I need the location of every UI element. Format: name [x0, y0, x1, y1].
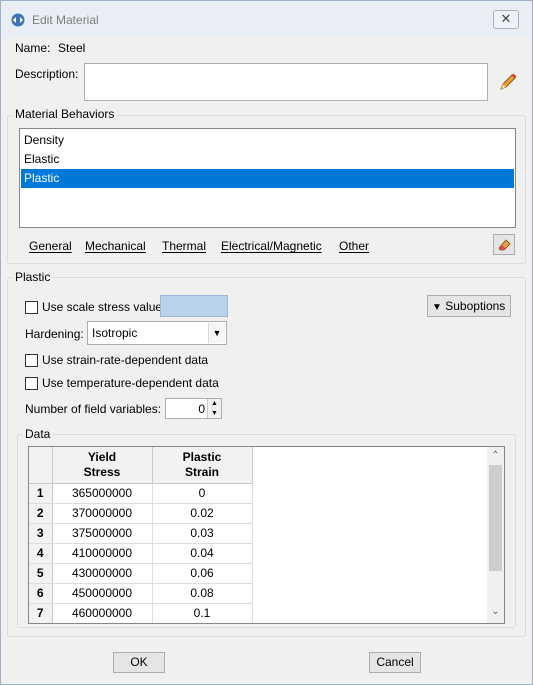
data-title: Data [23, 427, 53, 441]
data-table[interactable]: Yield Stress Plastic Strain 1 365000000 … [28, 446, 505, 624]
menu-other[interactable]: Other [339, 239, 369, 253]
row-number: 6 [29, 583, 53, 604]
column-header-yield-stress[interactable]: Yield Stress [52, 447, 153, 484]
name-value: Steel [58, 41, 86, 55]
data-grid: Yield Stress Plastic Strain 1 365000000 … [29, 447, 253, 623]
plastic-title: Plastic [13, 270, 53, 284]
table-row: 6 450000000 0.08 [29, 583, 253, 604]
field-vars-spinner[interactable]: 0 ▲ ▼ [165, 398, 222, 419]
temperature-label: Use temperature-dependent data [42, 376, 219, 390]
strain-cell[interactable]: 0.1 [152, 603, 253, 623]
hardening-label: Hardening: [25, 327, 84, 341]
stress-cell[interactable]: 430000000 [52, 563, 153, 584]
close-button[interactable]: ✕ [493, 10, 519, 29]
description-field[interactable] [84, 63, 488, 101]
menu-thermal[interactable]: Thermal [162, 239, 206, 253]
stress-cell[interactable]: 365000000 [52, 483, 153, 504]
table-row: 3 375000000 0.03 [29, 523, 253, 544]
strain-cell[interactable]: 0 [152, 483, 253, 504]
close-icon: ✕ [500, 11, 512, 26]
table-row: 2 370000000 0.02 [29, 503, 253, 524]
hardening-select[interactable]: Isotropic ▼ [87, 321, 227, 345]
strain-rate-checkbox[interactable] [25, 354, 38, 367]
field-vars-value: 0 [198, 402, 205, 416]
scale-stress-checkbox[interactable] [25, 301, 38, 314]
scale-stress-label: Use scale stress value: [42, 300, 166, 314]
corner-header [29, 447, 53, 484]
stress-cell[interactable]: 460000000 [52, 603, 153, 623]
table-row: 4 410000000 0.04 [29, 543, 253, 564]
row-number: 7 [29, 603, 53, 623]
table-row: 7 460000000 0.1 [29, 603, 253, 623]
pencil-icon[interactable] [497, 71, 519, 93]
column-header-plastic-strain[interactable]: Plastic Strain [152, 447, 253, 484]
row-number: 1 [29, 483, 53, 504]
abaqus-icon [11, 13, 25, 27]
strain-cell[interactable]: 0.02 [152, 503, 253, 524]
list-item-elastic[interactable]: Elastic [21, 150, 514, 169]
table-row: 5 430000000 0.06 [29, 563, 253, 584]
material-behaviors-title: Material Behaviors [13, 107, 117, 121]
eraser-icon [498, 239, 511, 251]
scale-stress-field[interactable] [160, 295, 228, 317]
window-title: Edit Material [32, 13, 99, 27]
table-scrollbar[interactable]: ⌃ ⌄ [487, 447, 504, 623]
behaviors-list[interactable]: Density Elastic Plastic [19, 128, 516, 228]
chevron-down-icon: ▼ [208, 323, 225, 343]
row-number: 5 [29, 563, 53, 584]
spin-up-icon[interactable]: ▲ [207, 399, 221, 409]
strain-cell[interactable]: 0.08 [152, 583, 253, 604]
list-item-plastic[interactable]: Plastic [21, 169, 514, 188]
strain-cell[interactable]: 0.06 [152, 563, 253, 584]
dialog-body: Name: Steel Description: Material Behavi… [7, 37, 526, 679]
table-row: 1 365000000 0 [29, 483, 253, 504]
menu-electrical-magnetic[interactable]: Electrical/Magnetic [221, 239, 322, 253]
stress-cell[interactable]: 370000000 [52, 503, 153, 524]
temperature-checkbox[interactable] [25, 377, 38, 390]
scroll-up-icon[interactable]: ⌃ [487, 449, 504, 463]
suboptions-button[interactable]: ▼ Suboptions [427, 295, 511, 317]
strain-rate-label: Use strain-rate-dependent data [42, 353, 209, 367]
menu-mechanical[interactable]: Mechanical [85, 239, 146, 253]
suboptions-label: Suboptions [445, 299, 506, 313]
dropdown-arrow-icon: ▼ [432, 302, 442, 313]
hardening-value: Isotropic [92, 326, 138, 340]
scroll-thumb[interactable] [489, 465, 502, 571]
strain-cell[interactable]: 0.03 [152, 523, 253, 544]
strain-cell[interactable]: 0.04 [152, 543, 253, 564]
ok-button[interactable]: OK [113, 652, 165, 673]
title-bar: Edit Material ✕ [1, 1, 532, 39]
scroll-down-icon[interactable]: ⌄ [487, 605, 504, 619]
description-label: Description: [15, 67, 79, 81]
stress-cell[interactable]: 450000000 [52, 583, 153, 604]
spin-down-icon[interactable]: ▼ [207, 409, 221, 418]
edit-material-dialog: Edit Material ✕ Name: Steel Description:… [0, 0, 533, 685]
row-number: 2 [29, 503, 53, 524]
row-number: 4 [29, 543, 53, 564]
row-number: 3 [29, 523, 53, 544]
stress-cell[interactable]: 375000000 [52, 523, 153, 544]
cancel-button[interactable]: Cancel [369, 652, 421, 673]
field-vars-label: Number of field variables: [25, 402, 162, 416]
menu-general[interactable]: General [29, 239, 72, 253]
stress-cell[interactable]: 410000000 [52, 543, 153, 564]
list-item-density[interactable]: Density [21, 131, 514, 150]
delete-behavior-button[interactable] [493, 234, 515, 255]
name-label: Name: [15, 41, 51, 55]
